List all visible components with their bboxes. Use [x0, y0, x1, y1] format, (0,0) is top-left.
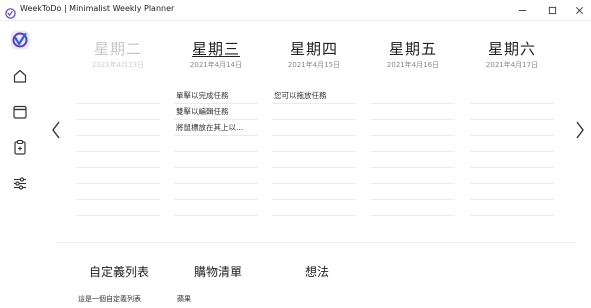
task-list-thursday: 您可以拖放任務 [272, 88, 356, 216]
task-slot[interactable] [76, 184, 160, 200]
day-column-friday: 星期五 2021年4月16日 [371, 40, 455, 70]
settings-sliders-icon [14, 177, 26, 190]
task-slot[interactable] [371, 104, 455, 120]
task-item[interactable]: 您可以拖放任務 [272, 88, 356, 104]
custom-list-item[interactable]: 蘋果 [177, 294, 191, 304]
sidebar-item-home[interactable] [8, 64, 32, 88]
task-list-tuesday [76, 88, 160, 216]
custom-list-title[interactable]: 購物清單 [194, 263, 242, 280]
day-date: 2021年4月13日 [91, 61, 145, 69]
task-slot[interactable] [76, 200, 160, 216]
day-date: 2021年4月14日 [189, 61, 243, 69]
task-slot[interactable] [174, 200, 258, 216]
task-list-wednesday: 單擊以完成任務 雙擊以編輯任務 將鼠標放在其上以... [174, 88, 258, 216]
task-item[interactable]: 單擊以完成任務 [174, 88, 258, 104]
sidebar-item-calendar[interactable] [8, 100, 32, 124]
window-title: WeekToDo | Minimalist Weekly Planner [20, 4, 175, 13]
app-logo-icon [5, 4, 16, 19]
window-titlebar: WeekToDo | Minimalist Weekly Planner [0, 0, 591, 21]
task-slot[interactable] [371, 136, 455, 152]
minimize-button[interactable] [505, 1, 539, 19]
clipboard-icon [14, 139, 26, 155]
sidebar [0, 21, 40, 308]
task-slot[interactable] [470, 104, 554, 120]
task-slot[interactable] [371, 184, 455, 200]
chevron-left-icon [52, 121, 60, 139]
day-column-thursday: 星期四 2021年4月15日 [272, 40, 356, 70]
task-slot[interactable] [76, 104, 160, 120]
task-slot[interactable] [272, 104, 356, 120]
task-slot[interactable] [371, 168, 455, 184]
day-column-saturday: 星期六 2021年4月17日 [470, 40, 554, 70]
task-slot[interactable] [76, 152, 160, 168]
day-column-tuesday: 星期二 2021年4月13日 [76, 40, 160, 70]
custom-list-title[interactable]: 想法 [305, 263, 329, 280]
next-week-button[interactable] [573, 119, 587, 141]
task-slot[interactable] [76, 88, 160, 104]
home-icon [13, 69, 27, 83]
task-slot[interactable] [272, 168, 356, 184]
task-slot[interactable] [174, 136, 258, 152]
task-slot[interactable] [470, 168, 554, 184]
task-slot[interactable] [174, 168, 258, 184]
task-slot[interactable] [76, 168, 160, 184]
day-column-wednesday: 星期三 2021年4月14日 [174, 40, 258, 70]
maximize-icon [548, 6, 556, 14]
calendar-icon [13, 105, 27, 119]
custom-list-title[interactable]: 自定義列表 [89, 263, 149, 280]
task-slot[interactable] [174, 152, 258, 168]
task-slot[interactable] [76, 120, 160, 136]
task-slot[interactable] [470, 152, 554, 168]
task-slot[interactable] [371, 200, 455, 216]
chevron-right-icon [576, 121, 584, 139]
day-date: 2021年4月15日 [287, 61, 341, 69]
task-slot[interactable] [174, 184, 258, 200]
day-date: 2021年4月16日 [386, 61, 440, 69]
sidebar-item-settings[interactable] [8, 171, 32, 195]
task-slot[interactable] [272, 184, 356, 200]
task-slot[interactable] [272, 152, 356, 168]
task-item[interactable]: 雙擊以編輯任務 [174, 104, 258, 120]
task-slot[interactable] [272, 136, 356, 152]
task-slot[interactable] [76, 136, 160, 152]
task-slot[interactable] [470, 200, 554, 216]
task-slot[interactable] [371, 120, 455, 136]
section-divider [56, 242, 576, 243]
task-list-saturday [470, 88, 554, 216]
close-icon [575, 6, 583, 14]
day-name: 星期三 [191, 40, 240, 58]
task-slot[interactable] [371, 88, 455, 104]
task-list-friday [371, 88, 455, 216]
task-item[interactable]: 將鼠標放在其上以... [174, 120, 258, 136]
day-name: 星期五 [388, 40, 437, 58]
day-date: 2021年4月17日 [485, 61, 539, 69]
task-slot[interactable] [272, 120, 356, 136]
task-slot[interactable] [470, 136, 554, 152]
custom-list-item[interactable]: 這是一個自定義列表 [78, 294, 141, 304]
task-slot[interactable] [470, 120, 554, 136]
day-name: 星期六 [487, 40, 536, 58]
task-slot[interactable] [470, 88, 554, 104]
logo-icon [10, 30, 30, 50]
previous-week-button[interactable] [49, 119, 63, 141]
minimize-icon [518, 9, 526, 11]
task-slot[interactable] [470, 184, 554, 200]
day-name: 星期二 [93, 40, 142, 58]
sidebar-item-lists[interactable] [8, 135, 32, 159]
day-name: 星期四 [289, 40, 338, 58]
task-slot[interactable] [371, 152, 455, 168]
sidebar-logo-button[interactable] [8, 28, 32, 52]
task-slot[interactable] [272, 200, 356, 216]
close-button[interactable] [562, 1, 591, 19]
